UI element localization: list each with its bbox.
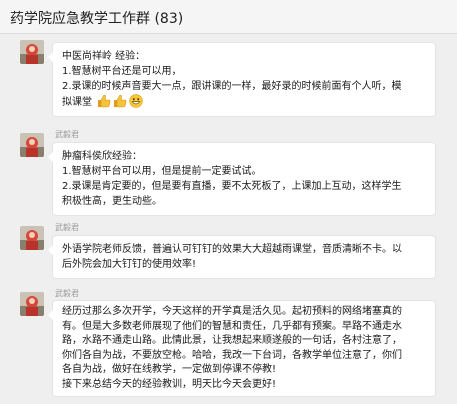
message-line: 后外院会加大钉钉的使用效率! — [62, 259, 197, 270]
message-bubble[interactable]: 肿瘤科侯欣经验： 1.智慧树平台可以用，但是提前一定要试试。 2.录课是肯定要的… — [48, 143, 435, 215]
message-line: 积极性高，更生动些。 — [62, 196, 162, 207]
message-line: 外语学院老师反馈，普遍认可钉钉的效果大大超越雨课堂，音质清晰不卡。以 — [62, 244, 402, 255]
message-line: 拟课堂 — [62, 97, 92, 108]
message-line: 路，水路不通走山路。此情此景，让我想起来顺遂般的一句话，各村注意了， — [62, 335, 402, 346]
message-line: 各自为战，做好在线教学，一定做到停课不停教! — [62, 364, 277, 375]
thumbs-up-icon — [114, 94, 127, 108]
message-line: 有。但是大多数老师展现了他们的智慧和责任，几乎都有预案。早路不通走水 — [62, 320, 402, 332]
message-line: 中医尚祥岭 经验： — [62, 51, 146, 62]
message-bubble[interactable]: 外语学院老师反馈，普遍认可钉钉的效果大大超越雨课堂，音质清晰不卡。以 后外院会加… — [48, 236, 435, 278]
group-title[interactable]: 药学院应急教学工作群 (83) — [10, 8, 183, 28]
message-line: 1.智慧树平台可以用，但是提前一定要试试。 — [62, 166, 262, 177]
avatar[interactable] — [20, 226, 44, 250]
message-line: 肿瘤科侯欣经验： — [62, 151, 142, 162]
message-bubble[interactable]: 中医尚祥岭 经验： 1.智慧树平台还是可以用， 2.录课的时候声音要大一点，跟讲… — [48, 43, 435, 116]
chat-header: 药学院应急教学工作群 (83) — [0, 0, 457, 34]
message-line: 2.录课是肯定要的，但是要有直播，要不太死板了，上课加上互动，这样学生 — [62, 181, 402, 192]
avatar[interactable] — [20, 292, 44, 316]
avatar[interactable] — [20, 133, 44, 157]
thumbs-up-icon — [98, 94, 111, 108]
message-line: 经历过那么多次开学，今天这样的开学真是活久见。起初预料的网络堵塞真的 — [62, 306, 402, 317]
avatar[interactable] — [20, 40, 44, 64]
grinning-face-icon — [129, 94, 143, 108]
message-line: 2.录课的时候声音要大一点，跟讲课的一样，最好录的时候前面有个人听，模 — [62, 81, 402, 92]
sender-name: 武毅君 — [55, 130, 79, 139]
message-line: 接下来总结今天的经验教训，明天比今天会更好! — [62, 378, 277, 390]
message-line: 1.智慧树平台还是可以用， — [62, 66, 182, 77]
message-bubble[interactable]: 经历过那么多次开学，今天这样的开学真是活久见。起初预料的网络堵塞真的 有。但是大… — [48, 301, 435, 396]
sender-name: 武毅君 — [55, 223, 79, 232]
message-line: 你们各自为战，不要放空枪。哈哈，我改一下台词，各教学单位注意了，你们 — [62, 349, 402, 361]
sender-name: 武毅君 — [55, 289, 79, 298]
